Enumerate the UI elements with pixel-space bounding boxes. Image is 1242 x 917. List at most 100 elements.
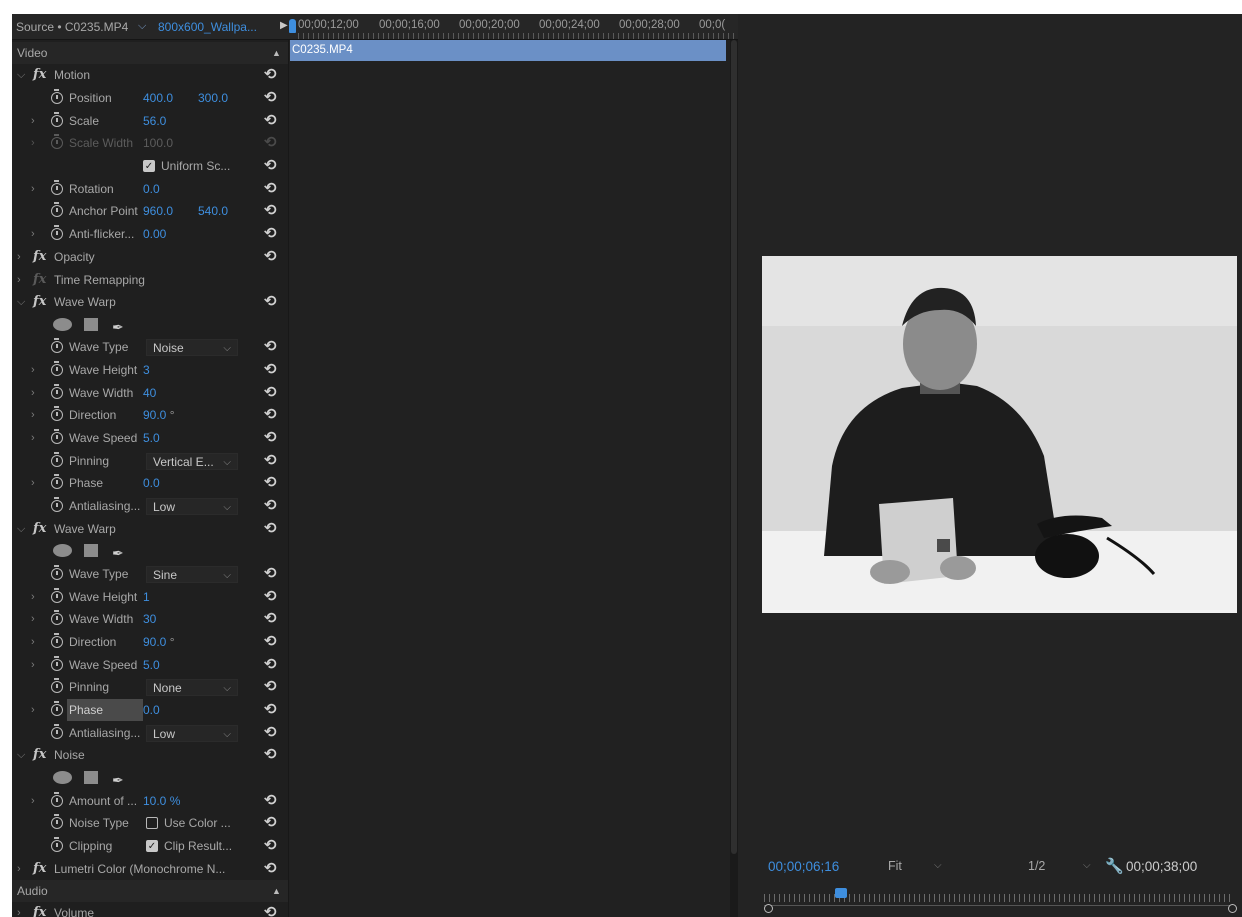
video-section-header[interactable]: Video ▲ <box>12 42 288 64</box>
stopwatch-icon[interactable] <box>51 656 63 671</box>
reset-icon[interactable]: ⟲ <box>264 790 277 812</box>
chevron-right-icon[interactable]: › <box>31 223 35 245</box>
chevron-down-icon[interactable]: ⌵ <box>138 20 146 33</box>
reset-icon[interactable]: ⟲ <box>264 563 277 585</box>
chevron-down-icon[interactable]: ⌵ <box>17 64 25 86</box>
chevron-right-icon[interactable]: › <box>31 427 35 449</box>
effect-time-remapping[interactable]: › fx Time Remapping <box>12 269 288 291</box>
wrench-icon[interactable]: 🔧 <box>1105 857 1124 875</box>
ellipse-mask-icon[interactable] <box>53 544 72 557</box>
monitor-scrub-bar[interactable] <box>764 905 1234 906</box>
audio-section-header[interactable]: Audio ▲ <box>12 880 288 902</box>
chevron-down-icon[interactable]: ⌵ <box>934 860 942 871</box>
stopwatch-icon[interactable] <box>51 497 63 512</box>
resolution-dropdown[interactable]: 1/2 <box>1028 859 1045 873</box>
stopwatch-icon[interactable] <box>51 837 63 852</box>
stopwatch-icon[interactable] <box>51 610 63 625</box>
effect-volume[interactable]: › fx Volume ⟲ <box>12 902 288 917</box>
effect-motion[interactable]: ⌵ fx Motion ⟲ <box>12 64 288 86</box>
wave-height-value[interactable]: 3 <box>143 359 150 381</box>
reset-icon[interactable]: ⟲ <box>264 223 277 245</box>
reset-icon[interactable]: ⟲ <box>264 518 277 540</box>
reset-icon[interactable]: ⟲ <box>264 382 277 404</box>
use-color-checkbox[interactable] <box>146 817 158 829</box>
antialiasing-dropdown[interactable]: Low ⌵ <box>146 725 238 742</box>
fit-dropdown[interactable]: Fit <box>888 859 902 873</box>
pen-mask-icon[interactable]: ✒ <box>112 316 124 338</box>
reset-icon[interactable]: ⟲ <box>264 835 277 857</box>
chevron-right-icon[interactable]: › <box>31 654 35 676</box>
effect-timeline-area[interactable]: C0235.MP4 <box>288 40 738 917</box>
effect-lumetri-color[interactable]: › fx Lumetri Color (Monochrome N... ⟲ <box>12 858 288 880</box>
anti-flicker-value[interactable]: 0.00 <box>143 223 166 245</box>
ellipse-mask-icon[interactable] <box>53 771 72 784</box>
fx-icon[interactable]: fx <box>33 518 46 540</box>
chevron-right-icon[interactable]: › <box>31 178 35 200</box>
reset-icon[interactable]: ⟲ <box>264 450 277 472</box>
scale-value[interactable]: 56.0 <box>143 110 166 132</box>
antialiasing-dropdown[interactable]: Low ⌵ <box>146 498 238 515</box>
reset-icon[interactable]: ⟲ <box>264 110 277 132</box>
effect-wave-warp[interactable]: ⌵ fx Wave Warp ⟲ <box>12 291 288 313</box>
pen-mask-icon[interactable]: ✒ <box>112 769 124 791</box>
chevron-right-icon[interactable]: › <box>31 699 35 721</box>
timeline-playhead[interactable] <box>289 19 296 33</box>
chevron-down-icon[interactable]: ⌵ <box>17 291 25 313</box>
uniform-scale-checkbox[interactable]: ✓ <box>143 160 155 172</box>
stopwatch-icon[interactable] <box>51 678 63 693</box>
stopwatch-icon[interactable] <box>51 452 63 467</box>
direction-value[interactable]: 90.0 ° <box>143 631 175 653</box>
play-icon[interactable]: ▶ <box>280 20 288 31</box>
reset-icon[interactable]: ⟲ <box>264 200 277 222</box>
fx-icon[interactable]: fx <box>33 291 46 313</box>
reset-icon[interactable]: ⟲ <box>264 359 277 381</box>
chevron-right-icon[interactable]: › <box>31 586 35 608</box>
rectangle-mask-icon[interactable] <box>84 544 98 557</box>
monitor-playhead[interactable] <box>835 888 847 898</box>
stopwatch-icon[interactable] <box>51 225 63 240</box>
stopwatch-icon[interactable] <box>51 588 63 603</box>
chevron-right-icon[interactable]: › <box>31 608 35 630</box>
chevron-right-icon[interactable]: › <box>31 404 35 426</box>
chevron-right-icon[interactable]: › <box>17 269 21 291</box>
reset-icon[interactable]: ⟲ <box>264 155 277 177</box>
amount-value[interactable]: 10.0 % <box>143 790 180 812</box>
stopwatch-icon[interactable] <box>51 474 63 489</box>
phase-value[interactable]: 0.0 <box>143 699 160 721</box>
position-x-value[interactable]: 400.0 <box>143 87 173 109</box>
chevron-right-icon[interactable]: › <box>31 382 35 404</box>
position-y-value[interactable]: 300.0 <box>198 87 228 109</box>
reset-icon[interactable]: ⟲ <box>264 427 277 449</box>
reset-icon[interactable]: ⟲ <box>264 744 277 766</box>
reset-icon[interactable]: ⟲ <box>264 64 277 86</box>
current-timecode[interactable]: 00;00;06;16 <box>768 859 839 874</box>
reset-icon[interactable]: ⟲ <box>264 291 277 313</box>
reset-icon[interactable]: ⟲ <box>264 178 277 200</box>
wave-speed-value[interactable]: 5.0 <box>143 427 160 449</box>
collapse-up-icon[interactable]: ▲ <box>272 42 281 64</box>
anchor-x-value[interactable]: 960.0 <box>143 200 173 222</box>
reset-icon[interactable]: ⟲ <box>264 902 277 917</box>
reset-icon[interactable]: ⟲ <box>264 676 277 698</box>
chevron-down-icon[interactable]: ⌵ <box>17 744 25 766</box>
reset-icon[interactable]: ⟲ <box>264 87 277 109</box>
reset-icon[interactable]: ⟲ <box>264 858 277 880</box>
chevron-right-icon[interactable]: › <box>17 246 21 268</box>
fx-icon[interactable]: fx <box>33 744 46 766</box>
timeline-clip-bar[interactable]: C0235.MP4 <box>290 40 726 61</box>
rectangle-mask-icon[interactable] <box>84 318 98 331</box>
stopwatch-icon[interactable] <box>51 724 63 739</box>
property-label-selected[interactable]: Phase <box>67 699 143 721</box>
reset-icon[interactable]: ⟲ <box>264 404 277 426</box>
stopwatch-icon[interactable] <box>51 701 63 716</box>
fx-icon[interactable]: fx <box>33 246 46 268</box>
wave-width-value[interactable]: 30 <box>143 608 156 630</box>
stopwatch-icon[interactable] <box>51 180 63 195</box>
pinning-dropdown[interactable]: None ⌵ <box>146 679 238 696</box>
pen-mask-icon[interactable]: ✒ <box>112 542 124 564</box>
effect-opacity[interactable]: › fx Opacity ⟲ <box>12 246 288 268</box>
chevron-right-icon[interactable]: › <box>17 858 21 880</box>
stopwatch-icon[interactable] <box>51 792 63 807</box>
stopwatch-icon[interactable] <box>51 338 63 353</box>
wave-speed-value[interactable]: 5.0 <box>143 654 160 676</box>
